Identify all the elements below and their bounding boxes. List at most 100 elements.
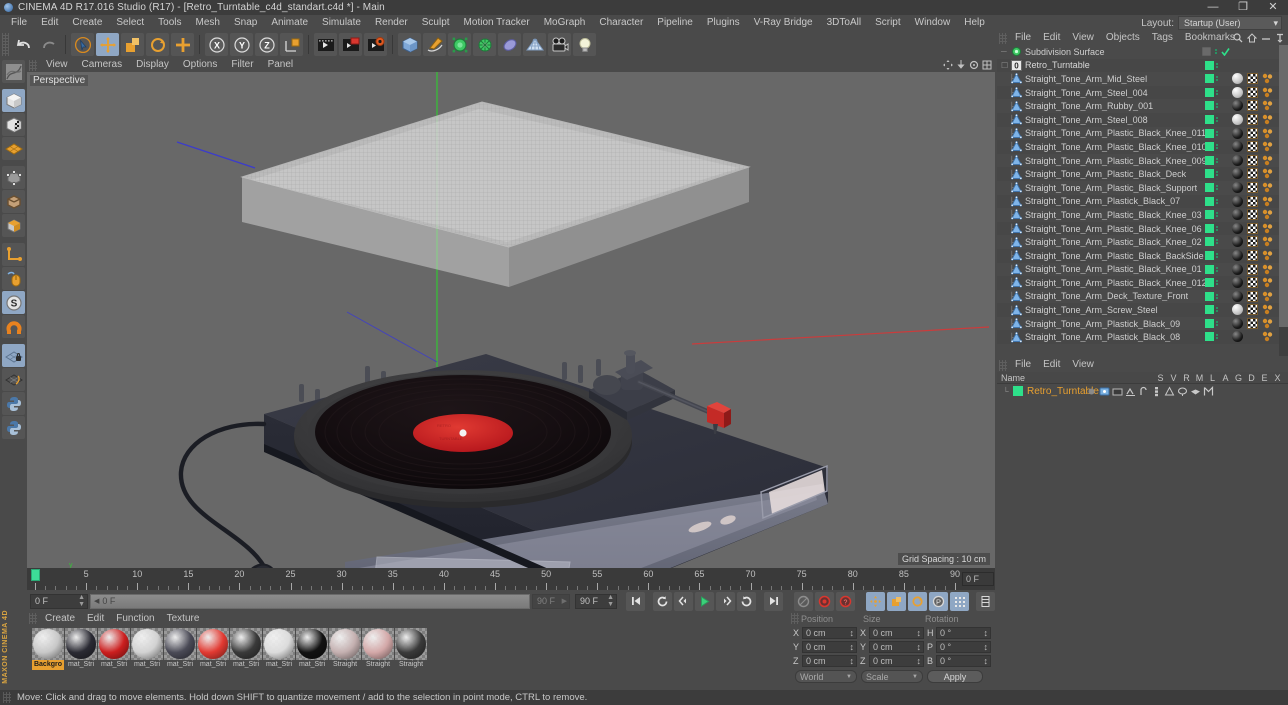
material-tag[interactable] bbox=[1231, 209, 1244, 221]
layer-column-e[interactable]: E bbox=[1258, 373, 1271, 383]
uvw-tag[interactable] bbox=[1261, 87, 1274, 98]
viewport-menu-panel[interactable]: Panel bbox=[261, 58, 301, 72]
object-row[interactable]: ├ Straight_Tone_Arm_Plastic_Black_Knee_06 bbox=[997, 221, 1288, 236]
material-tag[interactable] bbox=[1231, 304, 1244, 316]
layer-toggle-s[interactable] bbox=[1085, 386, 1098, 397]
material-item[interactable]: mat_Stri bbox=[98, 628, 130, 670]
parameter-key-button[interactable]: P bbox=[928, 591, 948, 611]
tree-expand-icon[interactable]: ├ bbox=[1001, 170, 1015, 179]
texture-axis-button[interactable] bbox=[2, 60, 25, 83]
texture-tag[interactable] bbox=[1246, 249, 1259, 261]
deform-mode-button[interactable] bbox=[2, 137, 25, 160]
viewport-grip[interactable] bbox=[29, 59, 37, 71]
menu-script[interactable]: Script bbox=[868, 15, 908, 31]
model-mode-button[interactable] bbox=[2, 89, 25, 112]
uvw-icon[interactable] bbox=[1262, 331, 1273, 342]
lock-y-button[interactable]: Y bbox=[230, 33, 253, 56]
tree-expand-icon[interactable]: ├ bbox=[1001, 265, 1015, 274]
render-region-button[interactable] bbox=[339, 33, 362, 56]
visibility-swatch[interactable] bbox=[1205, 169, 1214, 179]
object-row[interactable]: ☐ 0 Retro_Turntable bbox=[997, 58, 1288, 73]
tree-expand-icon[interactable]: ├ bbox=[1001, 102, 1015, 111]
tree-expand-icon[interactable]: ├ bbox=[1001, 183, 1015, 192]
layer-toggle-x[interactable] bbox=[1202, 385, 1215, 397]
enable-dots[interactable] bbox=[1216, 144, 1218, 150]
preview-end-ghost-field[interactable]: 90 F ▶ bbox=[532, 593, 570, 609]
minus-icon[interactable] bbox=[1261, 33, 1271, 43]
layer-column-g[interactable]: G bbox=[1232, 373, 1245, 383]
uvw-tag[interactable] bbox=[1261, 182, 1274, 193]
material-tag[interactable] bbox=[1231, 168, 1244, 180]
polygons-mode-button[interactable] bbox=[2, 214, 25, 237]
object-row[interactable]: ├ Straight_Tone_Arm_Rubby_001 bbox=[997, 99, 1288, 113]
object-menu-bookmarks[interactable]: Bookmarks bbox=[1179, 31, 1241, 45]
visibility-swatch[interactable] bbox=[1205, 210, 1214, 220]
material-tag[interactable] bbox=[1231, 195, 1244, 207]
record-active-objects-button[interactable] bbox=[794, 591, 814, 611]
texture-tag[interactable] bbox=[1246, 141, 1259, 153]
visibility-swatch[interactable] bbox=[1205, 318, 1214, 328]
object-row[interactable]: ├ Straight_Tone_Arm_Plastic_Black_Knee_01 bbox=[997, 263, 1288, 277]
enable-dots[interactable] bbox=[1216, 103, 1218, 109]
visibility-swatch[interactable] bbox=[1205, 142, 1214, 152]
go-to-start-button[interactable] bbox=[626, 591, 645, 611]
uvw-tag[interactable] bbox=[1261, 223, 1274, 234]
enable-dots[interactable] bbox=[1216, 307, 1218, 313]
stepper-icon[interactable]: ↕ bbox=[984, 642, 989, 652]
object-row[interactable]: ├ Straight_Tone_Arm_Plastick_Black_08 bbox=[997, 330, 1288, 345]
viewport-menu-display[interactable]: Display bbox=[129, 58, 176, 72]
uvw-icon[interactable] bbox=[1262, 73, 1273, 84]
stepper-icon[interactable]: ↕ bbox=[850, 628, 855, 638]
points-mode-button[interactable] bbox=[2, 166, 25, 189]
viewport-menu-cameras[interactable]: Cameras bbox=[75, 58, 130, 72]
object-manager-grip[interactable] bbox=[999, 32, 1007, 44]
texture-tag[interactable] bbox=[1246, 113, 1259, 125]
material-menu-texture[interactable]: Texture bbox=[161, 612, 206, 625]
object-menu-file[interactable]: File bbox=[1009, 31, 1037, 45]
uvw-tag[interactable] bbox=[1261, 196, 1274, 207]
point-level-animation-button[interactable] bbox=[949, 591, 969, 611]
uvw-icon[interactable] bbox=[1262, 264, 1273, 275]
stepper-icon-ghost[interactable]: ▶ bbox=[562, 598, 567, 605]
viewport-menu-options[interactable]: Options bbox=[176, 58, 224, 72]
stepper-icon[interactable]: ↕ bbox=[850, 642, 855, 652]
layer-column-r[interactable]: R bbox=[1180, 373, 1193, 383]
uvw-icon[interactable] bbox=[1262, 209, 1273, 220]
uvw-tag[interactable] bbox=[1261, 277, 1274, 288]
visibility-swatch[interactable] bbox=[1205, 237, 1214, 247]
viewport-canvas[interactable]: Perspective Grid Spacing : 10 cm RETRO T… bbox=[27, 72, 995, 568]
menu-help[interactable]: Help bbox=[957, 15, 992, 31]
enable-dots[interactable] bbox=[1216, 212, 1218, 218]
coord-mode-select[interactable]: Scale ▼ bbox=[861, 670, 923, 683]
enabled-check-icon[interactable] bbox=[1219, 46, 1232, 57]
coord-rotation-h-input[interactable]: 0 ° ↕ bbox=[936, 626, 991, 639]
uvw-icon[interactable] bbox=[1262, 87, 1273, 98]
stepper-icon[interactable]: ↕ bbox=[850, 656, 855, 666]
object-menu-edit[interactable]: Edit bbox=[1037, 31, 1066, 45]
uvw-icon[interactable] bbox=[1262, 168, 1273, 179]
uvw-tag[interactable] bbox=[1261, 304, 1274, 315]
menu-create[interactable]: Create bbox=[65, 15, 109, 31]
coord-size-y-input[interactable]: 0 cm ↕ bbox=[869, 640, 924, 653]
material-item[interactable]: mat_Stri bbox=[65, 628, 97, 670]
tree-expand-icon[interactable]: ├ bbox=[1001, 88, 1015, 97]
preview-range-bar[interactable]: ◀ 0 F bbox=[90, 593, 530, 609]
coord-position-z-input[interactable]: 0 cm ↕ bbox=[802, 654, 857, 667]
uvw-tag[interactable] bbox=[1261, 114, 1274, 125]
visibility-swatch[interactable] bbox=[1205, 196, 1214, 206]
layer-toggle-l[interactable] bbox=[1137, 386, 1150, 397]
layer-toggle-m[interactable] bbox=[1124, 386, 1137, 397]
play-forwards-button[interactable] bbox=[737, 591, 757, 611]
enable-dots[interactable] bbox=[1216, 116, 1218, 122]
search-icon[interactable] bbox=[1233, 33, 1243, 43]
object-row[interactable]: ├ Straight_Tone_Arm_Plastick_Black_07 bbox=[997, 194, 1288, 209]
texture-tag[interactable] bbox=[1246, 127, 1259, 139]
layer-menu-edit[interactable]: Edit bbox=[1037, 358, 1066, 372]
menu-plugins[interactable]: Plugins bbox=[700, 15, 747, 31]
tree-expand-icon[interactable]: ├ bbox=[1001, 333, 1015, 342]
uvw-tag[interactable] bbox=[1261, 318, 1274, 329]
layer-toggle-d[interactable] bbox=[1176, 386, 1189, 397]
object-row[interactable]: ├ Straight_Tone_Arm_Steel_008 bbox=[997, 112, 1288, 127]
rotate-icon[interactable] bbox=[969, 60, 979, 70]
uvw-tag[interactable] bbox=[1261, 250, 1274, 261]
